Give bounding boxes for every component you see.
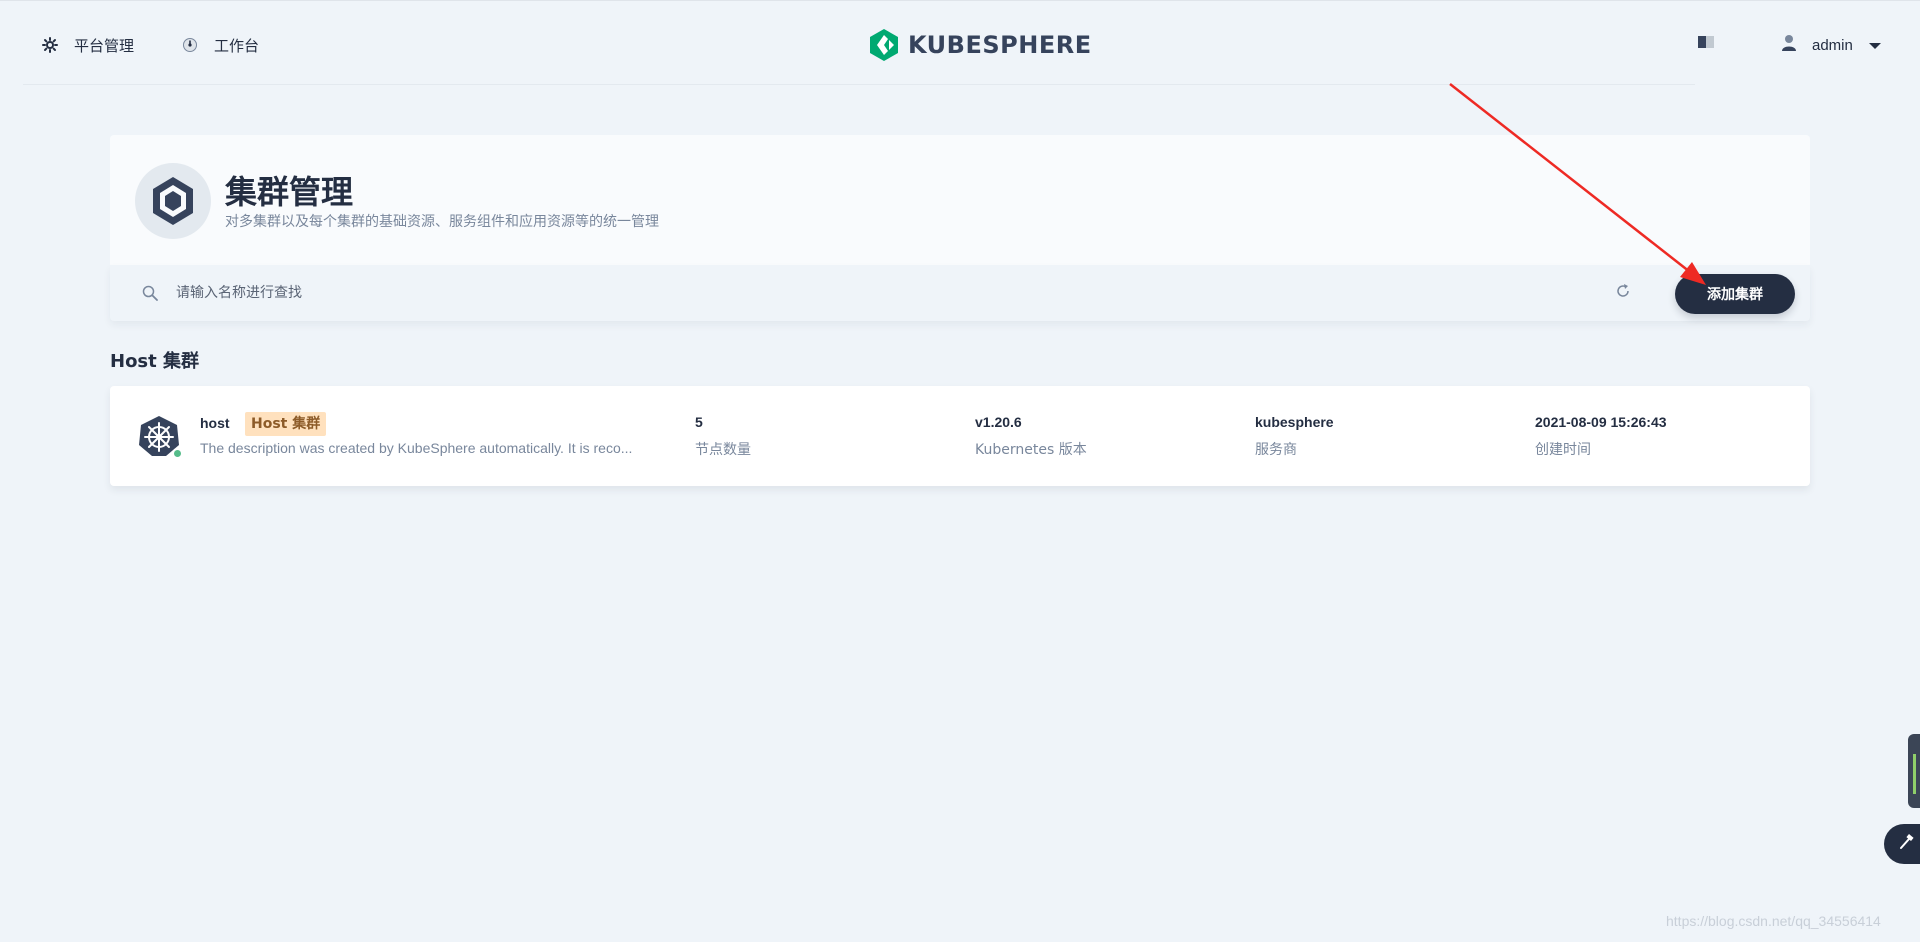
host-cluster-badge: Host 集群 bbox=[245, 412, 327, 436]
nav-workbench[interactable]: 工作台 bbox=[181, 31, 259, 59]
stat-value: v1.20.6 bbox=[975, 414, 1022, 430]
refresh-icon[interactable] bbox=[1615, 283, 1635, 303]
chevron-down-icon bbox=[1868, 37, 1881, 54]
kubesphere-logo-icon bbox=[870, 29, 898, 61]
stat-node-count: 5 节点数量 bbox=[695, 414, 751, 459]
stat-label: 节点数量 bbox=[695, 442, 751, 458]
user-name: admin bbox=[1812, 36, 1853, 54]
stat-value: 5 bbox=[695, 414, 703, 430]
nav-platform-label: 平台管理 bbox=[74, 37, 135, 55]
meter-bar bbox=[1913, 754, 1916, 794]
page-description: 对多集群以及每个集群的基础资源、服务组件和应用资源等的统一管理 bbox=[225, 214, 659, 230]
add-cluster-button[interactable]: 添加集群 bbox=[1675, 274, 1795, 314]
page-title: 集群管理 bbox=[225, 173, 354, 211]
nav-workbench-label: 工作台 bbox=[214, 37, 260, 55]
stat-created-time: 2021-08-09 15:26:43 创建时间 bbox=[1535, 414, 1667, 459]
cluster-management-icon bbox=[135, 163, 211, 239]
logo-text: KUBESPHERE bbox=[908, 31, 1092, 59]
theme-toggle-icon[interactable] bbox=[1697, 35, 1715, 51]
cluster-name[interactable]: host bbox=[200, 415, 230, 431]
search-input[interactable] bbox=[176, 279, 1576, 307]
side-monitor-widget[interactable] bbox=[1908, 734, 1920, 808]
kubesphere-logo[interactable]: KUBESPHERE bbox=[868, 27, 1092, 63]
stat-label: Kubernetes 版本 bbox=[975, 442, 1087, 458]
watermark: https://blog.csdn.net/qq_34556414 bbox=[1666, 913, 1881, 929]
stat-value: kubesphere bbox=[1255, 414, 1334, 430]
stat-label: 创建时间 bbox=[1535, 442, 1591, 458]
user-menu[interactable]: admin bbox=[1782, 31, 1881, 59]
status-indicator bbox=[172, 448, 183, 459]
cluster-row[interactable]: host Host 集群 The description was created… bbox=[110, 386, 1810, 486]
toolbox-button[interactable] bbox=[1884, 824, 1920, 864]
nav-divider bbox=[23, 84, 1695, 85]
search-toolbar: 添加集群 bbox=[110, 265, 1810, 321]
gear-icon bbox=[41, 36, 59, 54]
section-title: Host 集群 bbox=[110, 351, 200, 372]
stat-label: 服务商 bbox=[1255, 442, 1297, 458]
hammer-icon bbox=[1898, 833, 1914, 855]
stat-provider: kubesphere 服务商 bbox=[1255, 414, 1334, 459]
page-header-card: 集群管理 对多集群以及每个集群的基础资源、服务组件和应用资源等的统一管理 bbox=[110, 135, 1810, 265]
top-navbar: 平台管理 工作台 KUBESPHERE admin bbox=[0, 0, 1920, 86]
dashboard-icon bbox=[181, 36, 199, 54]
nav-platform-management[interactable]: 平台管理 bbox=[41, 31, 134, 59]
search-icon bbox=[142, 285, 158, 301]
stat-kubernetes-version: v1.20.6 Kubernetes 版本 bbox=[975, 414, 1087, 459]
cluster-description: The description was created by KubeSpher… bbox=[200, 440, 633, 456]
stat-value: 2021-08-09 15:26:43 bbox=[1535, 414, 1667, 430]
user-avatar-icon bbox=[1782, 34, 1796, 56]
